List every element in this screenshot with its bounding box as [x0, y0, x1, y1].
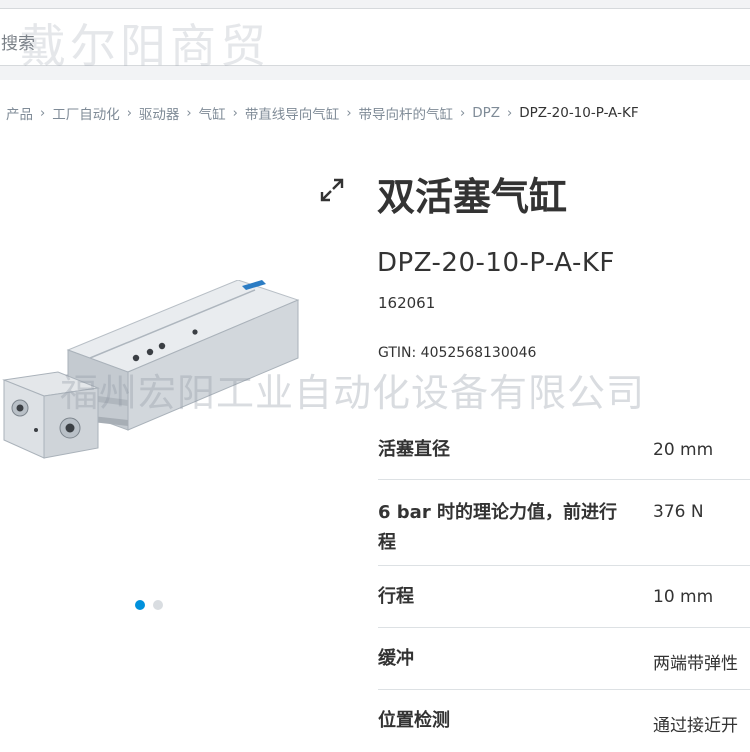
spec-row-stroke: 行程 10 mm [378, 566, 750, 628]
spec-value: 通过接近开 [653, 716, 738, 736]
gtin-code: GTIN: 4052568130046 [378, 345, 537, 361]
spec-value: 20 mm [653, 440, 714, 460]
order-code: 162061 [378, 294, 436, 312]
gallery-dot-1[interactable] [135, 600, 145, 610]
watermark-top: 戴尔阳商贸 [20, 19, 270, 73]
breadcrumb-item-current: DPZ-20-10-P-A-KF [519, 105, 639, 121]
spec-label: 6 bar 时的理论力值，前进行程 [378, 502, 617, 553]
chevron-right-icon: › [126, 105, 132, 121]
spec-label: 位置检测 [378, 710, 450, 731]
breadcrumb: 产品 › 工厂自动化 › 驱动器 › 气缸 › 带直线导向气缸 › 带导向杆的气… [6, 103, 639, 123]
gallery-pagination [135, 600, 163, 610]
chevron-right-icon: › [507, 105, 513, 121]
chevron-right-icon: › [346, 105, 352, 121]
chevron-right-icon: › [186, 105, 192, 121]
spec-row-position-sensing: 位置检测 通过接近开 [378, 690, 750, 752]
breadcrumb-item-products[interactable]: 产品 [6, 103, 33, 123]
part-number: DPZ-20-10-P-A-KF [377, 248, 615, 278]
expand-icon[interactable] [318, 176, 346, 204]
spec-value: 376 N [653, 502, 704, 522]
breadcrumb-item-guide-rod-cylinders[interactable]: 带导向杆的气缸 [359, 103, 454, 123]
chevron-right-icon: › [460, 105, 466, 121]
breadcrumb-item-cylinders[interactable]: 气缸 [199, 103, 226, 123]
top-bar: 搜索 戴尔阳商贸 [0, 0, 750, 80]
spec-table: 活塞直径 20 mm 6 bar 时的理论力值，前进行程 376 N 行程 10… [378, 418, 750, 752]
breadcrumb-item-linear-guide-cylinders[interactable]: 带直线导向气缸 [245, 103, 340, 123]
spec-value: 10 mm [653, 587, 714, 607]
breadcrumb-item-dpz[interactable]: DPZ [472, 105, 500, 121]
spec-row-cushioning: 缓冲 两端带弹性 [378, 628, 750, 690]
spec-label: 活塞直径 [378, 439, 450, 460]
spec-value: 两端带弹性 [653, 654, 738, 674]
spec-row-piston-diameter: 活塞直径 20 mm [378, 418, 750, 480]
chevron-right-icon: › [40, 105, 46, 121]
watermark-middle: 福州宏阳工业自动化设备有限公司 [60, 371, 646, 415]
spec-label: 缓冲 [378, 648, 414, 669]
breadcrumb-item-drives[interactable]: 驱动器 [139, 103, 180, 123]
spec-row-theoretical-force: 6 bar 时的理论力值，前进行程 376 N [378, 480, 750, 566]
chevron-right-icon: › [232, 105, 238, 121]
spec-label: 行程 [378, 586, 414, 607]
page-title: 双活塞气缸 [377, 175, 568, 219]
gallery-dot-2[interactable] [153, 600, 163, 610]
breadcrumb-item-factory-automation[interactable]: 工厂自动化 [52, 103, 120, 123]
